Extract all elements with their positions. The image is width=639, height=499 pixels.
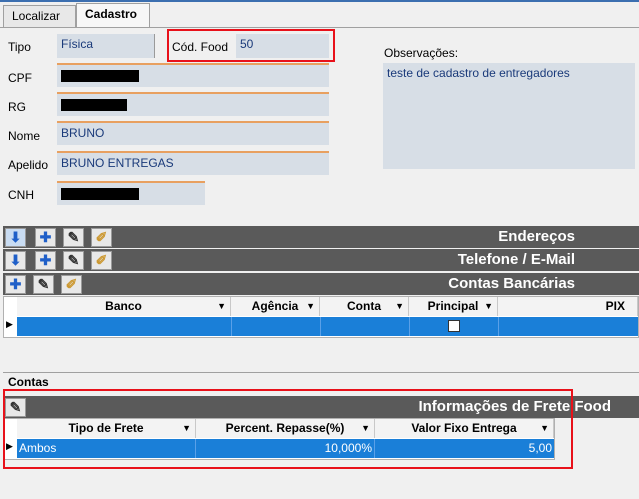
bank-grid: Banco ▼ Agência ▼ Conta ▼ Principal ▼ PIX ▶ xyxy=(3,296,639,338)
edit-icon[interactable]: ✎ xyxy=(63,251,84,270)
divider xyxy=(3,372,639,373)
principal-checkbox[interactable] xyxy=(448,320,460,332)
cod-food-label: Cód. Food xyxy=(172,40,229,54)
tipo-label: Tipo xyxy=(8,40,31,54)
col-principal[interactable]: Principal ▼ xyxy=(409,297,498,316)
observacoes-label: Observações: xyxy=(384,46,459,60)
cnh-label: CNH xyxy=(8,188,34,202)
nome-label: Nome xyxy=(8,129,41,143)
cpf-label: CPF xyxy=(8,71,32,85)
apelido-field[interactable]: BRUNO ENTREGAS xyxy=(57,151,329,175)
col-pix[interactable]: PIX xyxy=(498,297,638,316)
bank-row[interactable] xyxy=(17,317,638,336)
add-icon[interactable]: ✚ xyxy=(5,275,26,294)
col-conta[interactable]: Conta ▼ xyxy=(320,297,409,316)
frete-highlight xyxy=(3,389,573,469)
apelido-label: Apelido xyxy=(8,158,49,172)
edit-icon[interactable]: ✎ xyxy=(33,275,54,294)
delete-icon[interactable]: ✐ xyxy=(91,228,112,247)
edit-icon[interactable]: ✎ xyxy=(63,228,84,247)
contas-bancarias-bar: ✚ ✎ ✐ Contas Bancárias xyxy=(3,273,639,295)
tab-localizar[interactable]: Localizar xyxy=(3,5,76,27)
move-down-icon[interactable]: ⬇ xyxy=(5,251,26,270)
cnh-redaction xyxy=(61,188,139,200)
add-icon[interactable]: ✚ xyxy=(35,251,56,270)
contas-bancarias-title: Contas Bancárias xyxy=(448,275,575,292)
tab-cadastro[interactable]: Cadastro xyxy=(76,3,150,28)
cpf-redaction xyxy=(61,70,139,82)
cnh-field[interactable] xyxy=(57,181,205,205)
col-banco[interactable]: Banco ▼ xyxy=(17,297,231,316)
row-indicator-icon: ▶ xyxy=(6,319,13,329)
tipo-select[interactable]: Física xyxy=(57,34,155,58)
cod-food-field[interactable]: 50 xyxy=(236,34,329,58)
delete-icon[interactable]: ✐ xyxy=(61,275,82,294)
delete-icon[interactable]: ✐ xyxy=(91,251,112,270)
tab-contas[interactable]: Contas xyxy=(8,375,49,389)
add-icon[interactable]: ✚ xyxy=(35,228,56,247)
nome-field[interactable]: BRUNO xyxy=(57,121,329,145)
rg-label: RG xyxy=(8,100,26,114)
telefone-title: Telefone / E-Mail xyxy=(457,251,575,268)
telefone-bar: ⬇ ✚ ✎ ✐ Telefone / E-Mail xyxy=(3,249,639,271)
col-agencia[interactable]: Agência ▼ xyxy=(231,297,320,316)
enderecos-title: Endereços xyxy=(498,228,575,245)
rg-redaction xyxy=(61,99,127,111)
cpf-field[interactable] xyxy=(57,63,329,87)
observacoes-field[interactable]: teste de cadastro de entregadores xyxy=(383,63,635,169)
move-down-icon[interactable]: ⬇ xyxy=(5,228,26,247)
rg-field[interactable] xyxy=(57,92,329,116)
enderecos-bar: ⬇ ✚ ✎ ✐ Endereços xyxy=(3,226,639,248)
